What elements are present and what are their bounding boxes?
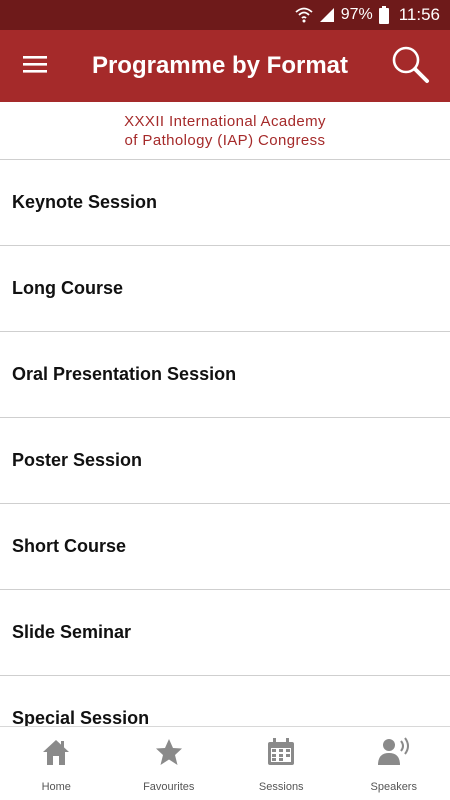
battery-percent: 97% — [340, 6, 373, 23]
nav-favourites-label: Favourites — [143, 781, 195, 793]
page-title: Programme by Format — [91, 52, 349, 79]
list-item-oral-presentation-session[interactable]: Oral Presentation Session — [0, 332, 450, 418]
nav-sessions-label: Sessions — [258, 781, 304, 793]
signal-icon — [319, 7, 335, 23]
congress-title-line2: of Pathology (IAP) Congress — [124, 131, 326, 149]
list-item-special-session[interactable]: Special Session — [0, 676, 450, 726]
menu-button[interactable] — [0, 30, 70, 102]
app-bar: Programme by Format — [0, 30, 450, 102]
congress-header: XXXII International Academy of Pathology… — [0, 102, 450, 160]
list-item-short-course[interactable]: Short Course — [0, 504, 450, 590]
congress-title-line1: XXXII International Academy — [124, 112, 326, 130]
nav-speakers-label: Speakers — [370, 781, 417, 793]
star-icon — [154, 735, 184, 769]
search-icon — [390, 44, 430, 89]
list-item-keynote-session[interactable]: Keynote Session — [0, 160, 450, 246]
list-item-long-course[interactable]: Long Course — [0, 246, 450, 332]
nav-speakers[interactable]: Speakers — [338, 727, 450, 800]
nav-home-label: Home — [41, 781, 71, 793]
hamburger-icon — [23, 55, 47, 78]
bottom-navigation: Home Favourites Sessions Speakers — [0, 726, 450, 800]
nav-sessions[interactable]: Sessions — [225, 727, 338, 800]
format-list: Keynote Session Long Course Oral Present… — [0, 160, 450, 726]
calendar-icon — [266, 735, 296, 769]
list-item-poster-session[interactable]: Poster Session — [0, 418, 450, 504]
list-item-slide-seminar[interactable]: Slide Seminar — [0, 590, 450, 676]
wifi-icon — [295, 7, 313, 23]
clock: 11:56 — [398, 5, 440, 24]
nav-favourites[interactable]: Favourites — [113, 727, 226, 800]
home-icon — [41, 735, 71, 769]
status-bar: 97% 11:56 — [0, 0, 450, 30]
speaker-icon — [377, 735, 411, 769]
search-button[interactable] — [370, 30, 450, 102]
nav-home[interactable]: Home — [0, 727, 113, 800]
battery-icon — [378, 6, 389, 24]
